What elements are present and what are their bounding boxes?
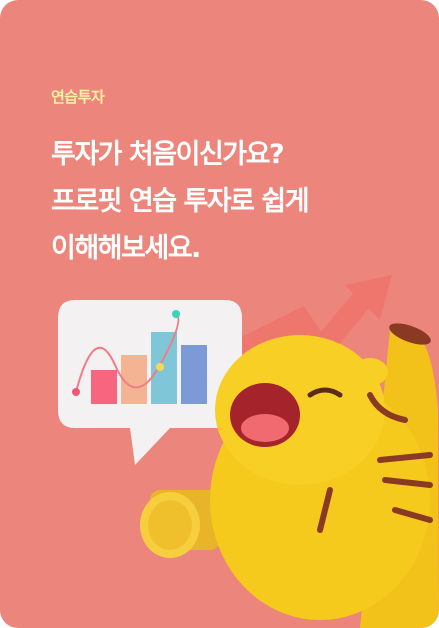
- category-label: 연습투자: [51, 88, 105, 106]
- illustration: [58, 275, 439, 628]
- chart-bubble-icon: [58, 300, 242, 465]
- headline-line-3: 이해해보세요.: [51, 233, 201, 264]
- tiger-mascot-icon: [210, 323, 439, 628]
- coin-stack-icon: [140, 490, 220, 558]
- headline: 투자가 처음이신가요? 프로핏 연습 투자로 쉽게 이해해보세요.: [51, 131, 310, 272]
- promo-card[interactable]: 연습투자 투자가 처음이신가요? 프로핏 연습 투자로 쉽게 이해해보세요.: [0, 0, 439, 628]
- headline-line-1: 투자가 처음이신가요?: [51, 139, 285, 170]
- headline-line-2: 프로핏 연습 투자로 쉽게: [51, 186, 310, 217]
